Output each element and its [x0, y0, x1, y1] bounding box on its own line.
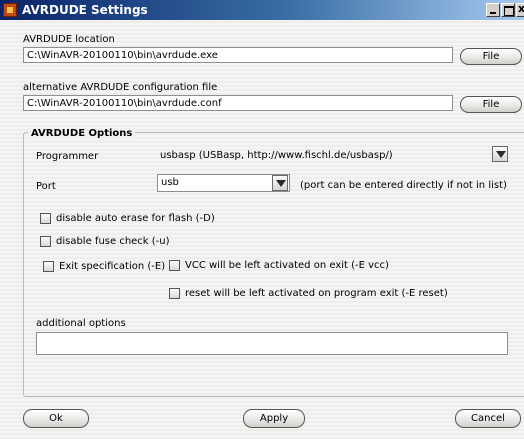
disable-erase-label: disable auto erase for flash (-D) — [56, 213, 215, 224]
ok-button[interactable]: Ok — [23, 409, 89, 428]
close-icon[interactable]: x — [516, 2, 524, 17]
title-bar[interactable]: AVRDUDE Settings x — [0, 0, 524, 20]
port-combobox[interactable]: usb — [157, 174, 290, 192]
disable-erase-checkbox[interactable] — [40, 213, 51, 224]
additional-options-input[interactable] — [36, 332, 508, 355]
cancel-button[interactable]: Cancel — [455, 409, 521, 428]
port-label: Port — [36, 181, 56, 192]
disable-fuse-checkbox[interactable] — [40, 236, 51, 247]
vcc-label: VCC will be left activated on exit (-E v… — [185, 260, 389, 271]
minimize-icon[interactable] — [486, 3, 500, 17]
vcc-checkbox[interactable] — [169, 260, 180, 271]
dropdown-arrow-icon[interactable] — [492, 146, 508, 162]
avrdude-location-label: AVRDUDE location — [23, 34, 115, 45]
port-hint: (port can be entered directly if not in … — [300, 180, 507, 191]
config-file-file-button[interactable]: File — [460, 96, 522, 113]
dialog-body: AVRDUDE location C:\WinAVR-20100110\bin\… — [0, 20, 524, 439]
exit-spec-checkbox[interactable] — [43, 261, 54, 272]
config-file-field[interactable]: C:\WinAVR-20100110\bin\avrdude.conf — [23, 95, 453, 111]
programmer-label: Programmer — [36, 151, 99, 162]
port-value: usb — [161, 177, 179, 188]
apply-button[interactable]: Apply — [243, 409, 305, 428]
programmer-value[interactable]: usbasp (USBasp, http://www.fischl.de/usb… — [160, 150, 393, 161]
avrdude-location-field[interactable]: C:\WinAVR-20100110\bin\avrdude.exe — [23, 47, 453, 63]
config-file-label: alternative AVRDUDE configuration file — [23, 82, 218, 93]
maximize-icon[interactable] — [501, 3, 515, 17]
avrdude-settings-window: AVRDUDE Settings x AVRDUDE location C:\W… — [0, 0, 524, 439]
close-glyph: x — [518, 2, 524, 15]
reset-label: reset will be left activated on program … — [185, 288, 448, 299]
app-icon — [3, 3, 17, 17]
reset-checkbox[interactable] — [169, 288, 180, 299]
avrdude-location-file-button[interactable]: File — [460, 48, 522, 65]
additional-options-label: additional options — [36, 318, 126, 329]
exit-spec-label: Exit specification (-E) — [59, 261, 166, 272]
disable-fuse-label: disable fuse check (-u) — [56, 236, 170, 247]
avrdude-options-title: AVRDUDE Options — [28, 128, 136, 139]
window-title: AVRDUDE Settings — [22, 3, 148, 17]
dropdown-arrow-icon[interactable] — [272, 175, 288, 191]
